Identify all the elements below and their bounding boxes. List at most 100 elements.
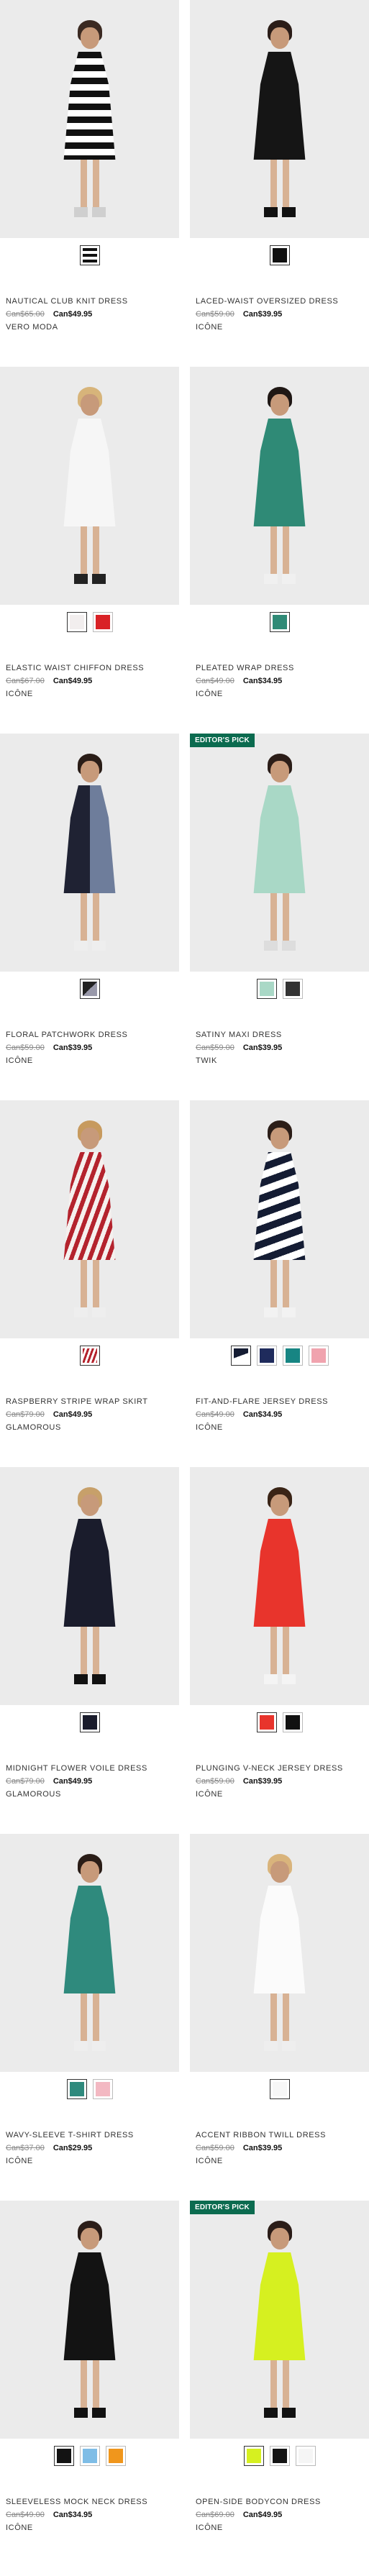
color-swatch[interactable] (269, 245, 290, 265)
product-image[interactable] (0, 2201, 179, 2439)
product-card[interactable]: ACCENT RIBBON TWILL DRESS Can$59.00 Can$39… (190, 1834, 369, 2201)
color-swatch[interactable] (256, 979, 277, 999)
product-name[interactable]: SLEEVELESS MOCK NECK DRESS (0, 2498, 179, 2506)
swatch-color (95, 2082, 110, 2096)
color-swatch[interactable] (66, 612, 87, 632)
brand-name: ICÔNE (6, 2157, 33, 2165)
product-name[interactable]: PLEATED WRAP DRESS (190, 664, 369, 672)
swatch-color (259, 1715, 274, 1730)
original-price: Can$49.00 (196, 677, 234, 685)
sale-price: Can$49.95 (53, 1410, 93, 1419)
dress-shape (63, 2252, 116, 2360)
color-swatch[interactable] (79, 1346, 100, 1366)
dress-shape (63, 1519, 116, 1627)
original-price: Can$37.00 (6, 2144, 45, 2152)
product-card[interactable]: PLEATED WRAP DRESS Can$49.00 Can$34.95 ICÔN… (190, 367, 369, 734)
product-image[interactable] (0, 0, 179, 238)
product-name[interactable]: PLUNGING V-NECK JERSEY DRESS (190, 1764, 369, 1773)
color-swatch[interactable] (105, 2446, 126, 2466)
product-card[interactable]: FIT-AND-FLARE JERSEY DRESS Can$49.00 Can$3… (190, 1100, 369, 1467)
color-swatch[interactable] (256, 1346, 277, 1366)
product-card[interactable]: EDITOR'S PICK OPEN-SIDE BODYCON DRESS Can$… (190, 2201, 369, 2567)
model-shoes (70, 574, 109, 584)
product-name[interactable]: ELASTIC WAIST CHIFFON DRESS (0, 664, 179, 672)
swatch-color (272, 2082, 287, 2096)
product-image[interactable] (0, 1834, 179, 2072)
product-name[interactable]: FIT-AND-FLARE JERSEY DRESS (190, 1397, 369, 1406)
color-swatch[interactable] (282, 1346, 303, 1366)
product-name[interactable]: LACED-WAIST OVERSIZED DRESS (190, 297, 369, 306)
product-card[interactable]: WAVY-SLEEVE T-SHIRT DRESS Can$37.00 Can$29… (0, 1834, 179, 2201)
product-name[interactable]: WAVY-SLEEVE T-SHIRT DRESS (0, 2131, 179, 2139)
product-image[interactable] (190, 1834, 369, 2072)
swatch-color (56, 2449, 71, 2463)
product-card[interactable]: SLEEVELESS MOCK NECK DRESS Can$49.00 Can$3… (0, 2201, 179, 2567)
product-image[interactable] (0, 1100, 179, 1338)
product-name[interactable]: NAUTICAL CLUB KNIT DRESS (0, 297, 179, 306)
product-image[interactable] (0, 367, 179, 605)
color-swatch[interactable] (92, 612, 113, 632)
color-swatch[interactable] (66, 2079, 87, 2099)
model-head (270, 394, 289, 416)
original-price: Can$79.00 (6, 1410, 45, 1419)
product-name[interactable]: FLORAL PATCHWORK DRESS (0, 1031, 179, 1039)
product-card[interactable]: MIDNIGHT FLOWER VOILE DRESS Can$79.00 Can$… (0, 1467, 179, 1834)
color-swatch[interactable] (308, 1346, 329, 1366)
dress-shape (253, 419, 306, 526)
color-swatches (0, 1712, 179, 1732)
color-swatch[interactable] (243, 2446, 264, 2466)
color-swatch[interactable] (269, 612, 290, 632)
sale-price: Can$34.95 (242, 1410, 283, 1419)
product-card[interactable]: FLORAL PATCHWORK DRESS Can$59.00 Can$39.95… (0, 734, 179, 1100)
color-swatches (190, 612, 369, 632)
brand-name: ICÔNE (6, 1056, 33, 1065)
product-name[interactable]: OPEN-SIDE BODYCON DRESS (190, 2498, 369, 2506)
editors-pick-badge: EDITOR'S PICK (190, 734, 255, 747)
color-swatch[interactable] (256, 1712, 277, 1732)
color-swatch[interactable] (79, 1712, 100, 1732)
product-image[interactable] (190, 1467, 369, 1705)
product-card[interactable]: LACED-WAIST OVERSIZED DRESS Can$59.00 Can$… (190, 0, 369, 367)
product-image[interactable] (190, 0, 369, 238)
product-image[interactable] (190, 1100, 369, 1338)
product-name[interactable]: MIDNIGHT FLOWER VOILE DRESS (0, 1764, 179, 1773)
color-swatch[interactable] (282, 979, 303, 999)
product-name[interactable]: SATINY MAXI DRESS (190, 1031, 369, 1039)
color-swatch[interactable] (295, 2446, 316, 2466)
model-shoes (260, 941, 299, 951)
original-price: Can$49.00 (6, 2511, 45, 2519)
product-image[interactable]: EDITOR'S PICK (190, 734, 369, 972)
original-price: Can$67.00 (6, 677, 45, 685)
product-card[interactable]: NAUTICAL CLUB KNIT DRESS Can$65.00 Can$49.… (0, 0, 179, 367)
product-name[interactable]: ACCENT RIBBON TWILL DRESS (190, 2131, 369, 2139)
dress-shape (63, 785, 116, 893)
price-row: Can$59.00 Can$39.95 (190, 310, 369, 319)
original-price: Can$59.00 (196, 1043, 234, 1052)
swatch-color (82, 1715, 97, 1730)
product-card[interactable]: PLUNGING V-NECK JERSEY DRESS Can$59.00 Can… (190, 1467, 369, 1834)
product-card[interactable]: RASPBERRY STRIPE WRAP SKIRT Can$79.00 Can$… (0, 1100, 179, 1467)
product-card[interactable]: EDITOR'S PICK SATINY MAXI DRESS Can$59.00 C… (190, 734, 369, 1100)
color-swatch[interactable] (230, 1346, 251, 1366)
product-image[interactable] (0, 734, 179, 972)
color-swatches (190, 245, 369, 265)
model-legs (75, 525, 104, 575)
color-swatch[interactable] (53, 2446, 74, 2466)
color-swatch[interactable] (79, 245, 100, 265)
product-card[interactable]: ELASTIC WAIST CHIFFON DRESS Can$67.00 Can$… (0, 367, 179, 734)
product-image[interactable] (190, 367, 369, 605)
color-swatch[interactable] (282, 1712, 303, 1732)
product-name[interactable]: RASPBERRY STRIPE WRAP SKIRT (0, 1397, 179, 1406)
color-swatch[interactable] (92, 2079, 113, 2099)
color-swatch[interactable] (79, 2446, 100, 2466)
product-image[interactable]: EDITOR'S PICK (190, 2201, 369, 2439)
color-swatch[interactable] (79, 979, 100, 999)
product-image[interactable] (0, 1467, 179, 1705)
color-swatch[interactable] (269, 2079, 290, 2099)
editors-pick-badge: EDITOR'S PICK (190, 2201, 255, 2214)
color-swatch[interactable] (269, 2446, 290, 2466)
model-head (270, 761, 289, 782)
original-price: Can$65.00 (6, 310, 45, 319)
sale-price: Can$39.95 (53, 1043, 93, 1052)
brand-name: ICÔNE (6, 2524, 33, 2532)
